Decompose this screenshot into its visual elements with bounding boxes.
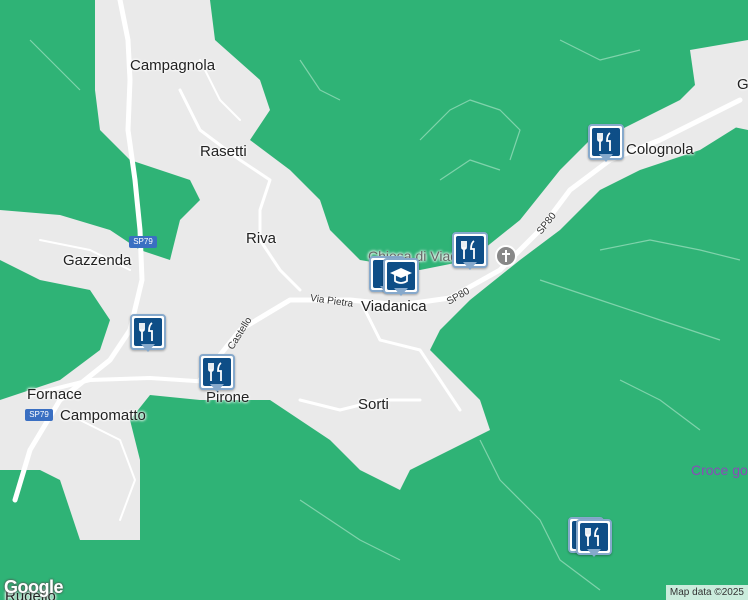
restaurant-marker[interactable] <box>199 354 235 392</box>
poi-label[interactable]: Croce go <box>691 462 748 478</box>
place-label: Gazzenda <box>63 252 132 269</box>
restaurant-icon <box>461 240 475 259</box>
school-marker[interactable] <box>383 258 419 296</box>
map-canvas[interactable]: Campagnola Rasetti Riva Gazzenda Viadani… <box>0 0 748 600</box>
school-icon <box>390 268 412 284</box>
place-label: Campomatto <box>60 407 146 424</box>
place-label: Colognola <box>626 141 694 158</box>
restaurant-marker[interactable] <box>130 314 166 352</box>
restaurant-marker[interactable] <box>588 124 624 162</box>
place-label: Riva <box>246 230 277 247</box>
restaurant-icon <box>597 132 611 151</box>
place-label: Campagnola <box>130 57 216 74</box>
restaurant-icon <box>585 527 599 546</box>
restaurant-marker[interactable] <box>452 232 488 270</box>
place-label: Rasetti <box>200 143 247 160</box>
route-shield: SP79 <box>129 236 157 248</box>
church-icon[interactable] <box>495 245 517 267</box>
place-label: Sorti <box>358 396 389 413</box>
restaurant-icon <box>139 322 153 341</box>
place-label: G <box>737 76 748 93</box>
restaurant-icon <box>208 362 222 381</box>
restaurant-marker[interactable] <box>576 519 612 557</box>
place-label: Fornace <box>27 386 83 403</box>
google-logo: Google <box>4 577 64 597</box>
place-label: Viadanica <box>361 298 427 315</box>
map-attribution[interactable]: Map data ©2025 <box>665 585 748 600</box>
route-shield: SP79 <box>25 409 53 421</box>
